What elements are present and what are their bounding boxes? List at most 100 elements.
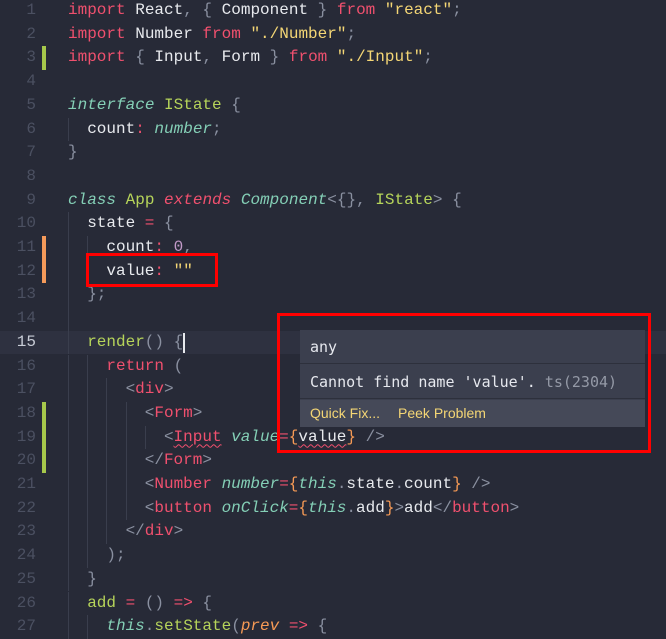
indent-guide — [106, 449, 125, 473]
git-added-marker[interactable] — [42, 425, 46, 450]
code-token: < — [144, 403, 155, 422]
code-token: = — [135, 214, 165, 233]
code-line[interactable]: 27 this.setState(prev => { — [0, 615, 666, 639]
line-number: 2 — [26, 24, 36, 43]
code-token: setState — [154, 617, 232, 636]
code-line[interactable]: 2 import Number from "./Number"; — [0, 23, 666, 47]
indent-guide — [68, 354, 87, 379]
code-token: > — [163, 380, 174, 399]
code-token: } — [87, 569, 97, 588]
code-text: this.setState(prev => { — [68, 615, 327, 639]
code-line[interactable]: 23 </div> — [0, 520, 666, 545]
code-line[interactable]: 7} — [0, 141, 666, 165]
code-token: = — [288, 498, 299, 517]
code-token: ( — [163, 356, 184, 375]
code-text: } — [68, 141, 78, 165]
code-token: { — [125, 48, 155, 67]
code-token: < — [144, 498, 155, 517]
code-token: { — [202, 1, 213, 19]
code-token: IState — [154, 95, 232, 114]
indent-guide — [87, 401, 106, 426]
line-number: 10 — [16, 214, 36, 233]
code-line[interactable]: 21 <Number number={this.state.count} /> — [0, 473, 666, 497]
indent-guide — [87, 473, 106, 497]
git-modified-marker[interactable] — [42, 236, 46, 260]
code-token: > — [509, 498, 520, 517]
code-token: </ — [144, 451, 164, 470]
line-number: 15 — [16, 332, 36, 351]
code-token: <{}, — [327, 190, 376, 209]
code-line[interactable]: 25} — [0, 567, 666, 592]
code-token: button — [452, 498, 510, 517]
line-number: 5 — [26, 95, 36, 114]
code-token: }; — [87, 285, 107, 304]
indent-guide — [68, 307, 87, 331]
indent-guide — [106, 425, 125, 450]
code-token: this — [298, 475, 337, 493]
code-line[interactable]: 6 count: number; — [0, 117, 666, 142]
code-line[interactable]: 9 class App extends Component<{}, IState>… — [0, 189, 666, 213]
text-cursor — [183, 333, 185, 353]
code-line[interactable]: 22 <button onClick={this.add}>add</button… — [0, 496, 666, 521]
code-token: Number — [125, 24, 203, 43]
code-token: </ — [432, 498, 453, 517]
indent-guide — [106, 473, 125, 497]
highlight-box-state-value — [86, 253, 218, 287]
line-number: 19 — [16, 427, 36, 446]
code-token: class — [68, 190, 117, 209]
indent-guide — [125, 449, 145, 473]
highlight-box-hover — [277, 313, 651, 453]
git-added-marker[interactable] — [42, 449, 46, 473]
code-token: div — [144, 522, 174, 541]
code-token: { — [308, 617, 328, 636]
code-line[interactable]: 4 — [0, 70, 666, 94]
code-text: </div> — [68, 520, 183, 545]
code-token: Component — [231, 190, 328, 209]
code-line[interactable]: 1 import React, { Component } from "react… — [0, 0, 666, 23]
code-token: => — [173, 593, 193, 612]
code-token: > — [202, 451, 212, 470]
code-token: count — [404, 475, 453, 493]
indent-guide — [68, 449, 87, 473]
code-token: : — [135, 119, 155, 138]
code-line[interactable]: 3 import { Input, Form } from "./Input"; — [0, 46, 666, 71]
code-token: , — [202, 48, 222, 67]
code-token: Form — [154, 403, 193, 422]
line-number: 17 — [16, 380, 36, 399]
code-text: <Form> — [68, 401, 202, 426]
code-token: /> — [461, 475, 491, 493]
code-line[interactable]: 5 interface IState { — [0, 94, 666, 118]
code-token: Component — [212, 1, 318, 19]
code-text: <div> — [68, 378, 174, 402]
indent-guide — [87, 615, 106, 639]
code-token: add — [87, 593, 116, 612]
git-added-marker[interactable] — [42, 401, 46, 426]
code-token: } — [317, 1, 328, 19]
code-text: state = { — [68, 212, 174, 236]
indent-guide — [87, 496, 106, 521]
line-number: 22 — [16, 498, 36, 517]
code-token: Input — [154, 48, 203, 67]
line-number: 1 — [26, 1, 36, 19]
indent-guide — [144, 425, 164, 450]
code-token: import — [68, 24, 126, 43]
code-token: { — [164, 214, 174, 233]
git-added-marker[interactable] — [42, 46, 46, 71]
code-text: } — [68, 567, 97, 592]
line-number: 26 — [16, 593, 36, 612]
indent-guide — [68, 259, 87, 284]
line-number: 13 — [16, 285, 36, 304]
code-text: ); — [68, 544, 126, 568]
code-line[interactable]: 10 state = { — [0, 212, 666, 236]
code-line[interactable]: 8 — [0, 165, 666, 189]
code-token: < — [144, 475, 155, 493]
code-token: prev — [240, 617, 280, 636]
git-modified-marker[interactable] — [42, 259, 46, 284]
line-number: 24 — [16, 546, 36, 565]
line-number: 18 — [16, 403, 36, 422]
code-text: import { Input, Form } from "./Input"; — [68, 46, 433, 70]
code-line[interactable]: 24); — [0, 544, 666, 568]
code-line[interactable]: 26 add = () => { — [0, 591, 666, 616]
code-token: state — [346, 475, 395, 493]
code-token: interface — [68, 95, 155, 114]
